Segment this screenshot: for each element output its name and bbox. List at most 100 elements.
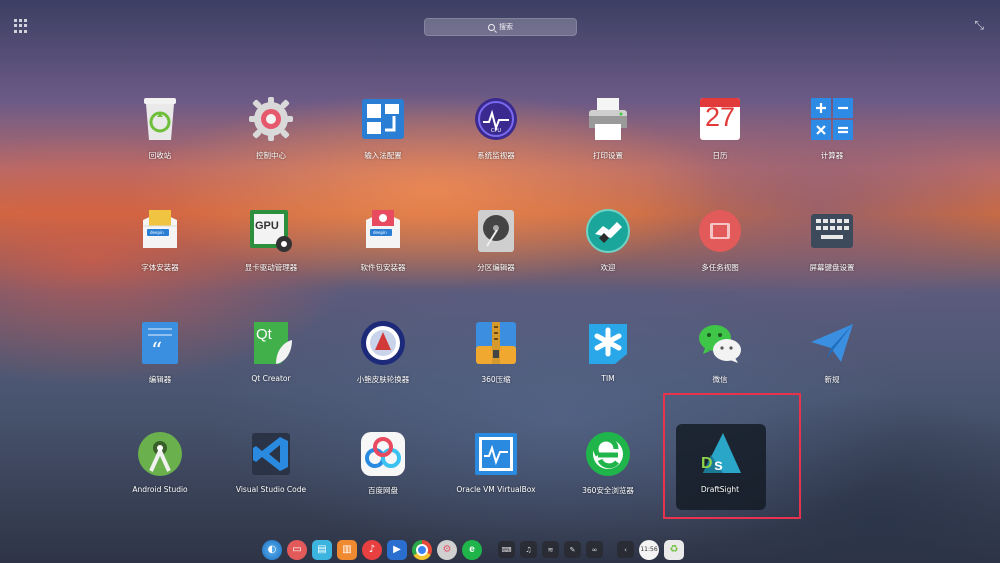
app-label: 日历 <box>712 151 728 160</box>
app-label: 字体安装器 <box>141 263 179 272</box>
calendar-icon: 27 <box>697 96 743 142</box>
app-input-method[interactable]: 输入法配置 <box>328 96 438 186</box>
archive-icon <box>473 320 519 366</box>
app-qt-creator[interactable]: Qt Qt Creator <box>216 320 326 410</box>
search-placeholder: 搜索 <box>499 23 513 31</box>
virtualbox-icon <box>473 431 519 477</box>
tim-icon <box>585 320 631 366</box>
app-virtualbox[interactable]: Oracle VM VirtualBox <box>441 431 551 521</box>
dock-chrome-icon[interactable] <box>412 539 432 560</box>
dock-collapse-arrow-icon[interactable]: ‹ <box>617 541 634 558</box>
app-label: 控制中心 <box>256 151 286 160</box>
app-label: Oracle VM VirtualBox <box>456 485 536 494</box>
selection-highlight-box <box>663 393 801 519</box>
top-left-grid-button[interactable] <box>14 19 28 33</box>
vscode-icon <box>248 431 294 477</box>
dock-control-center-icon[interactable]: ⚙ <box>437 539 457 560</box>
app-baidu-netdisk[interactable]: 百度网盘 <box>328 431 438 521</box>
hard-disk-icon <box>473 208 519 254</box>
app-label: Qt Creator <box>251 374 291 383</box>
app-vscode[interactable]: Visual Studio Code <box>216 431 326 521</box>
app-welcome[interactable]: 欢迎 <box>553 208 663 298</box>
calendar-day: 27 <box>704 102 736 132</box>
app-android-studio[interactable]: Android Studio <box>105 431 215 521</box>
app-360zip[interactable]: 360压缩 <box>441 320 551 410</box>
handshake-icon <box>585 208 631 254</box>
package-box-icon: deepin <box>137 208 183 254</box>
app-label: 输入法配置 <box>364 151 402 160</box>
search-icon <box>488 23 495 31</box>
multitask-icon <box>697 208 743 254</box>
dock-clock[interactable]: 11:56 <box>639 539 659 560</box>
android-studio-icon <box>137 431 183 477</box>
app-package-installer[interactable]: deepin 软件包安装器 <box>328 208 438 298</box>
dock-trash-icon[interactable]: ♻ <box>664 539 684 560</box>
dock-volume-tray-icon[interactable]: ♫ <box>520 541 537 558</box>
app-skin-changer[interactable]: 小鲍皮肤轮换器 <box>328 320 438 410</box>
calculator-icon <box>809 96 855 142</box>
app-label: 回收站 <box>148 151 172 160</box>
dock: ◐ ▭ ▤ ▥ ♪ ▶ ⚙ e ⌨ ♫ ≋ ✎ ∞ ‹ 11:56 ♻ <box>258 536 744 563</box>
app-label: Visual Studio Code <box>235 485 307 494</box>
app-label: 百度网盘 <box>368 486 398 495</box>
wechat-icon <box>697 320 743 366</box>
dock-multitask-icon[interactable]: ▭ <box>287 539 307 560</box>
app-label: 编辑器 <box>148 375 172 384</box>
trash-icon <box>137 96 183 142</box>
360-browser-icon <box>585 431 631 477</box>
dock-clock-text: 11:56 <box>640 546 658 553</box>
app-calculator[interactable]: 计算器 <box>777 96 887 186</box>
keyboard-icon <box>809 208 855 254</box>
app-label: 屏幕键盘设置 <box>809 263 855 272</box>
app-multitask[interactable]: 多任务视图 <box>665 208 775 298</box>
app-360browser[interactable]: 360安全浏览器 <box>553 431 663 521</box>
package-box-icon: deepin <box>360 208 406 254</box>
fullscreen-toggle-icon[interactable]: ⤡ <box>974 19 984 31</box>
app-tim[interactable]: TIM <box>553 320 663 410</box>
search-bar[interactable]: 搜索 <box>424 18 577 36</box>
app-calendar[interactable]: 27 日历 <box>665 96 775 186</box>
app-label: 软件包安装器 <box>360 263 406 272</box>
app-editor[interactable]: “ 编辑器 <box>105 320 215 410</box>
app-label: 360安全浏览器 <box>582 486 634 495</box>
app-label: 计算器 <box>820 151 844 160</box>
dock-video-icon[interactable]: ▶ <box>387 539 407 560</box>
paper-plane-icon <box>809 320 855 366</box>
dock-pen-tray-icon[interactable]: ✎ <box>564 541 581 558</box>
dock-keyboard-tray-icon[interactable]: ⌨ <box>498 541 515 558</box>
app-font-installer[interactable]: deepin 字体安装器 <box>105 208 215 298</box>
app-label: 分区编辑器 <box>477 263 515 272</box>
dock-wifi-tray-icon[interactable]: ≋ <box>542 541 559 558</box>
app-label: 系统监视器 <box>477 151 515 160</box>
app-label: 多任务视图 <box>701 263 739 272</box>
printer-icon <box>585 96 631 142</box>
app-gpu-driver[interactable]: GPU 显卡驱动管理器 <box>216 208 326 298</box>
dock-launcher-icon[interactable]: ◐ <box>262 539 282 560</box>
gear-icon <box>248 96 294 142</box>
app-system-monitor[interactable]: CPU 系统监视器 <box>441 96 551 186</box>
cpu-text: CPU <box>490 128 502 134</box>
dock-360browser-icon[interactable]: e <box>462 539 482 560</box>
qt-icon: Qt <box>248 320 294 366</box>
app-printer[interactable]: 打印设置 <box>553 96 663 186</box>
app-label: 360压缩 <box>481 375 511 384</box>
app-label: Android Studio <box>132 485 188 494</box>
app-control-center[interactable]: 控制中心 <box>216 96 326 186</box>
quote-doc-icon: “ <box>137 320 183 366</box>
svg-text:“: “ <box>151 339 162 364</box>
input-method-icon <box>360 96 406 142</box>
app-label: 欢迎 <box>600 263 616 272</box>
dock-music-icon[interactable]: ♪ <box>362 539 382 560</box>
dock-app-store-icon[interactable]: ▥ <box>337 539 357 560</box>
system-monitor-icon: CPU <box>473 96 519 142</box>
app-label: TIM <box>601 374 615 383</box>
badge-emblem-icon <box>360 320 406 366</box>
app-keyboard-settings[interactable]: 屏幕键盘设置 <box>777 208 887 298</box>
app-label: 显卡驱动管理器 <box>244 263 298 272</box>
app-partition-editor[interactable]: 分区编辑器 <box>441 208 551 298</box>
gpu-icon: GPU <box>248 208 294 254</box>
dock-link-tray-icon[interactable]: ∞ <box>586 541 603 558</box>
app-label: 打印设置 <box>593 151 623 160</box>
dock-file-manager-icon[interactable]: ▤ <box>312 539 332 560</box>
app-trash[interactable]: 回收站 <box>105 96 215 186</box>
